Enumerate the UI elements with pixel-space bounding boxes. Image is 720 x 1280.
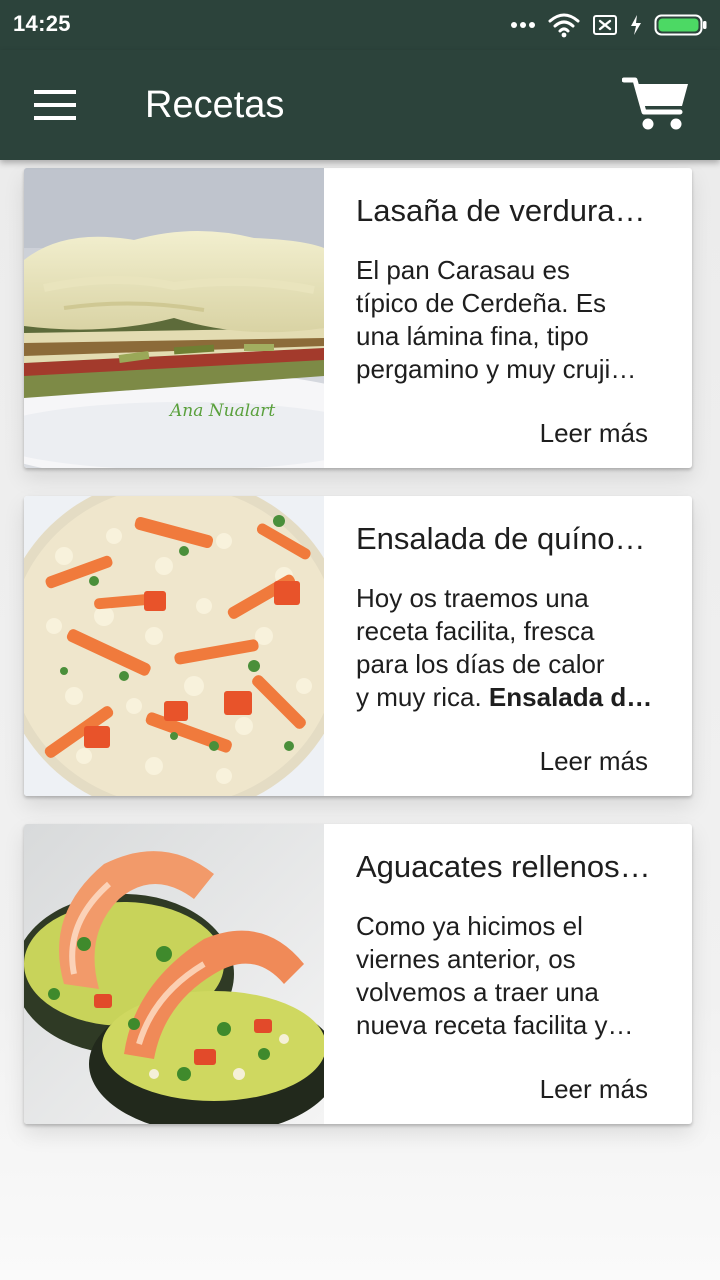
- description-line: Como ya hicimos el: [356, 911, 583, 941]
- description-line: El pan Carasau es: [356, 255, 570, 285]
- description-line: pergamino y muy cruji…: [356, 354, 637, 384]
- recipe-description: Hoy os traemos una receta facilita, fres…: [356, 582, 666, 714]
- recipe-description: Como ya hicimos el viernes anterior, os …: [356, 910, 666, 1042]
- battery-icon: [654, 14, 707, 36]
- recipe-body-ensalada: Ensalada de quíno… Hoy os traemos una re…: [324, 496, 692, 796]
- svg-text:Ana Nualart: Ana Nualart: [168, 401, 275, 421]
- read-more-link[interactable]: Leer más: [540, 746, 648, 777]
- recipe-title: Lasaña de verdura…: [356, 193, 646, 228]
- recipe-image-ensalada: [24, 496, 324, 796]
- charging-icon: [631, 15, 641, 35]
- recipe-image-lasana: Ana Nualart: [24, 168, 324, 468]
- shopping-cart-icon[interactable]: [621, 74, 690, 134]
- sim-blocked-icon: [593, 15, 617, 35]
- description-line: viernes anterior, os: [356, 944, 576, 974]
- read-more-link[interactable]: Leer más: [540, 1074, 648, 1105]
- recipe-description: El pan Carasau es típico de Cerdeña. Es …: [356, 254, 666, 386]
- description-text: y muy rica.: [356, 682, 489, 712]
- more-dots-icon: [511, 22, 535, 28]
- status-icons: [510, 10, 708, 40]
- recipe-card-ensalada[interactable]: Ensalada de quíno… Hoy os traemos una re…: [24, 496, 692, 796]
- app-bar: Recetas: [0, 50, 720, 160]
- recipe-card-aguacates[interactable]: Aguacates rellenos… Como ya hicimos el v…: [24, 824, 692, 1124]
- description-line: y muy rica. Ensalada d…: [356, 681, 666, 714]
- description-line: volvemos a traer una: [356, 977, 599, 1007]
- description-line: nueva receta facilita y…: [356, 1010, 634, 1040]
- recipe-body-lasana: Lasaña de verdura… El pan Carasau es típ…: [324, 168, 692, 468]
- status-bar: 14:25: [0, 0, 720, 50]
- page-title: Recetas: [145, 84, 285, 126]
- description-line: Hoy os traemos una: [356, 583, 589, 613]
- recipe-title: Aguacates rellenos…: [356, 849, 651, 884]
- hamburger-menu-icon[interactable]: [30, 82, 80, 128]
- read-more-link[interactable]: Leer más: [540, 418, 648, 449]
- description-bold-text: Ensalada d…: [488, 682, 653, 712]
- description-line: típico de Cerdeña. Es: [356, 288, 607, 318]
- status-time: 14:25: [13, 11, 71, 36]
- wifi-icon: [548, 13, 580, 38]
- recipe-list: Ana Nualart Lasaña de verdura… El pan Ca…: [0, 160, 720, 1280]
- description-line: para los días de calor: [356, 649, 605, 679]
- description-line: receta facilita, fresca: [356, 616, 595, 646]
- recipe-image-aguacates: [24, 824, 324, 1124]
- description-line: una lámina fina, tipo: [356, 321, 589, 351]
- recipe-card-lasana[interactable]: Ana Nualart Lasaña de verdura… El pan Ca…: [24, 168, 692, 468]
- recipe-title: Ensalada de quíno…: [356, 521, 646, 556]
- recipe-body-aguacates: Aguacates rellenos… Como ya hicimos el v…: [324, 824, 692, 1124]
